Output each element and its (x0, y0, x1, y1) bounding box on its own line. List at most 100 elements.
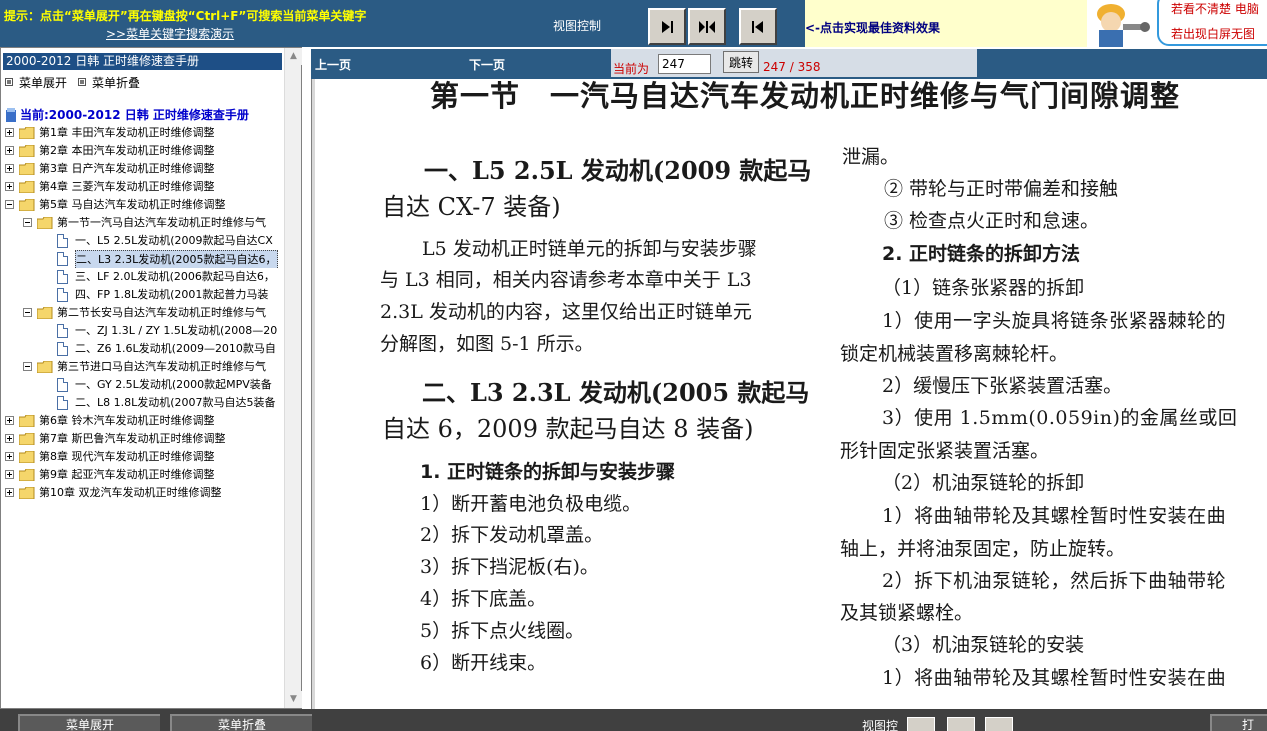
page-icon (57, 342, 68, 356)
scroll-down-icon[interactable]: ▼ (285, 691, 302, 708)
prev-page-link[interactable]: 上一页 (315, 56, 351, 73)
tree-chapter-10[interactable]: 第10章 双龙汽车发动机正时维修调整 (1, 484, 284, 502)
arrow-right-bar-icon (662, 21, 673, 33)
tree-chapter-label: 第1章 丰田汽车发动机正时维修调整 (39, 126, 215, 139)
tree-item-label: 一、L5 2.5L发动机(2009款起马自达CX (75, 234, 273, 247)
tree-chapter-2[interactable]: 第2章 本田汽车发动机正时维修调整 (1, 142, 284, 160)
bottom-view-button-2[interactable] (947, 717, 975, 731)
paragraph-line: 2.3L 发动机的内容，这里仅给出正时链单元 (380, 301, 752, 323)
expand-toggle-icon[interactable] (5, 416, 14, 425)
tree-chapter-6[interactable]: 第6章 铃木汽车发动机正时维修调整 (1, 412, 284, 430)
tree-section-3[interactable]: 第三节进口马自达汽车发动机正时维修与气 (1, 358, 284, 376)
expand-toggle-icon[interactable] (5, 128, 14, 137)
tree-chapter-3[interactable]: 第3章 日产汽车发动机正时维修调整 (1, 160, 284, 178)
view-show-menu-button[interactable] (739, 8, 777, 45)
scroll-up-icon[interactable]: ▲ (285, 48, 302, 65)
folder-icon (19, 433, 35, 445)
next-page-link[interactable]: 下一页 (469, 56, 505, 73)
tree-item[interactable]: 二、L8 1.8L发动机(2007款马自达5装备 (1, 394, 284, 412)
view-control-label: 视图控制 (553, 19, 602, 33)
collapse-toggle-icon[interactable] (23, 362, 32, 371)
collapse-toggle-icon[interactable] (23, 218, 32, 227)
expand-toggle-icon[interactable] (5, 488, 14, 497)
help-line-1: 若看不清楚 电脑 (1171, 2, 1259, 16)
paragraph-line: ② 带轮与正时带偏差和接触 (884, 178, 1119, 200)
tree-chapter-5[interactable]: 第5章 马自达汽车发动机正时维修调整 (1, 196, 284, 214)
jump-button[interactable]: 跳转 (723, 51, 759, 73)
expand-toggle-icon[interactable] (5, 470, 14, 479)
tree-chapter-4[interactable]: 第4章 三菱汽车发动机正时维修调整 (1, 178, 284, 196)
tree-item[interactable]: 二、Z6 1.6L发动机(2009—2010款马自 (1, 340, 284, 358)
tree-item[interactable]: 四、FP 1.8L发动机(2001款起普力马装 (1, 286, 284, 304)
tree-chapter-label: 第6章 铃木汽车发动机正时维修调整 (39, 414, 215, 427)
paragraph-line: ③ 检查点火正时和怠速。 (884, 210, 1100, 232)
paragraph-line: 2）拆下机油泵链轮，然后拆下曲轴带轮 (882, 570, 1227, 592)
expand-toggle-icon[interactable] (5, 182, 14, 191)
tree-item-label: 二、L8 1.8L发动机(2007款马自达5装备 (75, 396, 276, 409)
bottom-right-button[interactable]: 打 (1210, 714, 1267, 731)
tree-item[interactable]: 一、L5 2.5L发动机(2009款起马自达CX (1, 232, 284, 250)
open-folder-icon (37, 217, 53, 229)
page-edge (312, 79, 315, 709)
expand-toggle-icon[interactable] (5, 452, 14, 461)
expand-toggle-icon[interactable] (5, 164, 14, 173)
bottom-view-button-1[interactable] (907, 717, 935, 731)
tree-item[interactable]: 一、GY 2.5L发动机(2000款起MPV装备 (1, 376, 284, 394)
menu-scrollbar[interactable]: ▲ ▼ (284, 48, 302, 708)
collapse-toggle-icon[interactable] (23, 308, 32, 317)
menu-collapse-button[interactable]: 菜单折叠 (78, 74, 140, 91)
view-split-button[interactable] (688, 8, 726, 45)
tree-root-label: 当前:2000-2012 日韩 正时维修速查手册 (20, 108, 249, 122)
heading-l5: 一、L5 2.5L 发动机(2009 款起马 (424, 156, 812, 185)
tree-section-1[interactable]: 第一节一汽马自达汽车发动机正时维修与气 (1, 214, 284, 232)
view-show-content-button[interactable] (648, 8, 686, 45)
tree-item-selected[interactable]: 二、L3 2.3L发动机(2005款起马自达6， (1, 250, 284, 268)
help-line-2: 若出现白屏无图 (1171, 27, 1256, 41)
tree-item-label: 三、LF 2.0L发动机(2006款起马自达6， (75, 270, 275, 283)
tree-section-label: 第二节长安马自达汽车发动机正时维修与气 (57, 306, 266, 319)
page-icon (57, 288, 68, 302)
collapse-square-icon (78, 78, 86, 86)
search-demo-link[interactable]: >>菜单关键字搜索演示 (106, 25, 234, 42)
page-icon (57, 252, 68, 266)
tree-item-label: 一、GY 2.5L发动机(2000款起MPV装备 (75, 378, 272, 391)
book-icon (6, 108, 16, 122)
tree-item[interactable]: 一、ZJ 1.3L / ZY 1.5L发动机(2008—20 (1, 322, 284, 340)
paragraph-line: 锁定机械装置移离棘轮杆。 (840, 343, 1069, 365)
step-line: 6）断开线束。 (420, 652, 547, 674)
bottom-view-button-3[interactable] (985, 717, 1013, 731)
tree-section-label: 第三节进口马自达汽车发动机正时维修与气 (57, 360, 266, 373)
tree-item-label: 一、ZJ 1.3L / ZY 1.5L发动机(2008—20 (75, 324, 278, 337)
expand-toggle-icon[interactable] (5, 434, 14, 443)
paragraph-line: 2）缓慢压下张紧装置活塞。 (882, 375, 1123, 397)
bottom-collapse-button[interactable]: 菜单折叠 (170, 714, 312, 731)
tree-item[interactable]: 三、LF 2.0L发动机(2006款起马自达6， (1, 268, 284, 286)
tree-chapter-8[interactable]: 第8章 现代汽车发动机正时维修调整 (1, 448, 284, 466)
tree-section-2[interactable]: 第二节长安马自达汽车发动机正时维修与气 (1, 304, 284, 322)
tree-chapter-1[interactable]: 第1章 丰田汽车发动机正时维修调整 (1, 124, 284, 142)
tree-chapter-7[interactable]: 第7章 斯巴鲁汽车发动机正时维修调整 (1, 430, 284, 448)
step-line: 3）拆下挡泥板(右)。 (420, 556, 599, 578)
app-window: 提示：点击“菜单展开”再在键盘按“Ctrl+F”可搜索当前菜单关键字 >>菜单关… (0, 0, 1267, 731)
page-icon (57, 378, 68, 392)
folder-icon (19, 127, 35, 139)
menu-expand-button[interactable]: 菜单展开 (5, 74, 67, 91)
tree-chapter-label: 第5章 马自达汽车发动机正时维修调整 (39, 198, 226, 211)
tree-chapter-label: 第2章 本田汽车发动机正时维修调整 (39, 144, 215, 157)
collapse-toggle-icon[interactable] (5, 200, 14, 209)
tree-root[interactable]: 当前:2000-2012 日韩 正时维修速查手册 (1, 106, 284, 124)
page-jump-box: 当前为 跳转 247 / 358 (611, 49, 977, 77)
manual-title[interactable]: 2000-2012 日韩 正时维修速查手册 (3, 53, 282, 70)
arrow-left-bar-icon (752, 21, 763, 33)
top-toolbar: 提示：点击“菜单展开”再在键盘按“Ctrl+F”可搜索当前菜单关键字 >>菜单关… (0, 0, 1267, 47)
tree-chapter-9[interactable]: 第9章 起亚汽车发动机正时维修调整 (1, 466, 284, 484)
folder-icon (19, 145, 35, 157)
page-number-input[interactable] (658, 54, 711, 74)
paragraph-line: 与 L3 相同，相关内容请参考本章中关于 L3 (380, 269, 752, 291)
paragraph-line: （1）链条张紧器的拆卸 (882, 277, 1085, 299)
toolbar-background: 提示：点击“菜单展开”再在键盘按“Ctrl+F”可搜索当前菜单关键字 >>菜单关… (0, 0, 805, 47)
bottom-expand-button[interactable]: 菜单展开 (18, 714, 160, 731)
paragraph-line: L5 发动机正时链单元的拆卸与安装步骤 (422, 238, 757, 260)
page-nav-bar: 上一页 下一页 当前为 跳转 247 / 358 (311, 49, 1267, 79)
expand-toggle-icon[interactable] (5, 146, 14, 155)
